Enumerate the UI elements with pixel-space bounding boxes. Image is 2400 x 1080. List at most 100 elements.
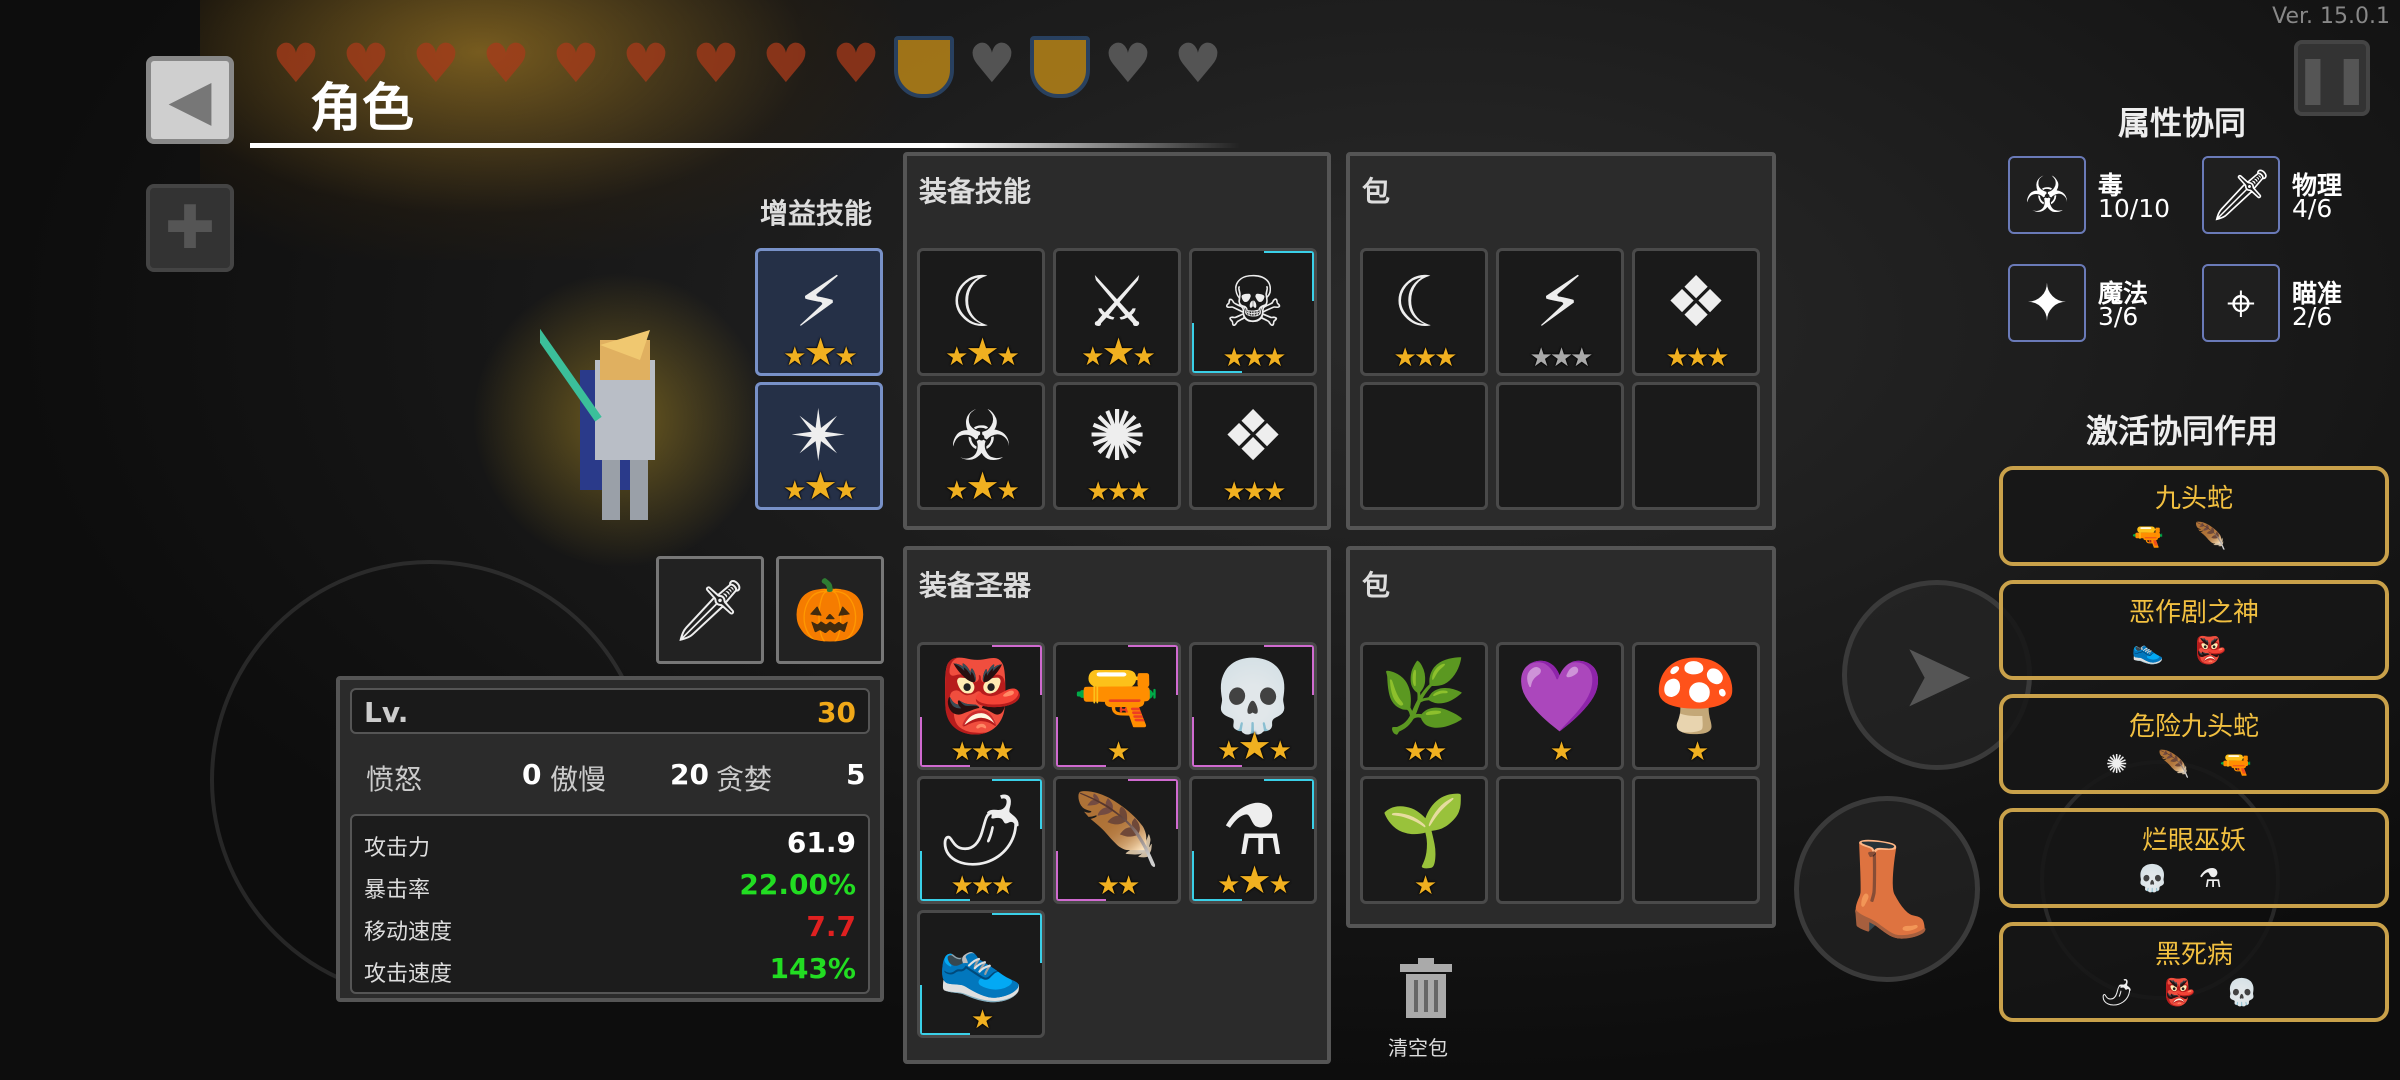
stat-row: 攻击力 61.9	[364, 826, 860, 870]
active-synergy-card[interactable]: 恶作剧之神 👟👺	[1999, 580, 2389, 680]
item-slot[interactable]: 👟 ★	[917, 910, 1045, 1038]
active-synergy-card[interactable]: 九头蛇 🔫🪶	[1999, 466, 2389, 566]
synergy-item-icon: 🪶	[2194, 522, 2257, 552]
title-underline	[250, 143, 1240, 148]
synergy-item-icon: 🔫	[2131, 522, 2194, 552]
synergy-card-name: 黑死病	[2154, 940, 2233, 970]
back-button[interactable]: ◀	[146, 56, 234, 144]
item-slot[interactable]: 💀 ★★★	[1189, 642, 1317, 770]
panel-title: 装备圣器	[919, 569, 1032, 602]
version-label: Ver. 15.0.1	[2272, 4, 2390, 29]
back-icon: ◀	[168, 67, 212, 133]
star-rating: ★	[1685, 737, 1709, 767]
pause-button[interactable]: ❚❚	[2293, 40, 2371, 116]
stat-value: 22.00%	[739, 868, 856, 901]
add-button[interactable]: ✚	[146, 184, 234, 272]
item-slot[interactable]: ☣ ★★★	[917, 382, 1045, 510]
synergy-item-icon: 🔫	[2219, 750, 2283, 780]
item-slot[interactable]: 🍄 ★	[1632, 642, 1760, 770]
synergy-card-name: 危险九头蛇	[2128, 712, 2259, 742]
item-slot[interactable]: 🪶 ★★	[1053, 776, 1181, 904]
synergy-card-name: 烂眼巫妖	[2141, 826, 2246, 856]
armor-heart-icon: ♥	[1173, 32, 1223, 95]
sword-icon[interactable]: 🗡	[2202, 156, 2280, 234]
item-slot[interactable]: ✴ ★★★	[755, 382, 883, 510]
active-synergy-card[interactable]: 烂眼巫妖 💀⚗	[1999, 808, 2389, 908]
star-rating: ★★★	[1217, 724, 1292, 768]
stat-value: 7.7	[806, 910, 856, 943]
shield-icon	[894, 36, 954, 98]
star-rating: ★	[1106, 737, 1130, 767]
item-slot[interactable]: ⚡ ★★★	[1496, 248, 1624, 376]
synergy-title: 属性协同	[2118, 104, 2247, 142]
trash-icon	[1400, 958, 1452, 1018]
item-slot[interactable]: ☾ ★★★	[917, 248, 1045, 376]
item-slot[interactable]: 🌿 ★★	[1360, 642, 1488, 770]
empty-slot[interactable]	[1632, 382, 1760, 510]
pause-icon: ❚❚	[2293, 51, 2371, 105]
stat-value: 61.9	[786, 826, 856, 859]
item-slot[interactable]: ✺ ★★★	[1053, 382, 1181, 510]
attribute-list: 攻击力 61.9 暴击率 22.00% 移动速度 7.7 攻击速度 143%	[350, 814, 870, 994]
star-rating: ★★★	[1086, 477, 1151, 507]
star-rating: ★★	[1096, 871, 1141, 901]
sin-stats: 愤怒 0 傲慢 20 贪婪 5	[354, 758, 865, 796]
item-slot[interactable]: 🌶 ★★★	[917, 776, 1045, 904]
synergy-card-name: 恶作剧之神	[2128, 598, 2259, 628]
level-bar: Lv. 30	[350, 688, 870, 734]
equip-skills-panel: 装备技能 ☾ ★★★ ⚔ ★★★ ☠ ★★★ ☣ ★★★ ✺ ★★★ ❖ ★★★	[903, 152, 1331, 530]
stat-row: 攻击速度 143%	[364, 952, 860, 996]
star-rating: ★★★	[950, 871, 1015, 901]
stats-panel: Lv. 30 愤怒 0 傲慢 20 贪婪 5 攻击力 61.9 暴击率 22.00% 移…	[336, 676, 884, 1002]
star4-icon[interactable]: ✦	[2008, 264, 2086, 342]
stat-row: 移动速度 7.7	[364, 910, 860, 954]
synergy-item-icon: 👺	[2163, 978, 2226, 1008]
heart-icon: ♥	[481, 32, 531, 95]
weapon-slot[interactable]: 🎃	[776, 556, 884, 664]
stat-value: 143%	[769, 952, 856, 985]
item-slot[interactable]: 🔫 ★	[1053, 642, 1181, 770]
synergy-progress: 2/6	[2292, 302, 2333, 331]
armor-heart-icon: ♥	[967, 32, 1017, 95]
trash-button[interactable]	[1396, 956, 1456, 1020]
empty-slot[interactable]	[1496, 382, 1624, 510]
item-slot[interactable]: 👺 ★★★	[917, 642, 1045, 770]
star-rating: ★	[1413, 871, 1437, 901]
synergy-item-icon: ⚗	[2198, 864, 2252, 894]
item-slot[interactable]: 💜 ★	[1496, 642, 1624, 770]
clear-bag-label: 清空包	[1388, 1036, 1448, 1060]
synergy-card-name: 九头蛇	[2154, 484, 2233, 514]
weapon-slot[interactable]: 🗡	[656, 556, 764, 664]
sin-value: 20	[670, 758, 709, 791]
synergy-item-icon: ✺	[2105, 750, 2158, 780]
item-slot[interactable]: ⚡ ★★★	[755, 248, 883, 376]
star-rating: ★★★	[1529, 343, 1594, 373]
sin-label: 愤怒	[366, 763, 423, 796]
crosshair-icon[interactable]: ⌖	[2202, 264, 2280, 342]
sword-icon: 🗡	[671, 575, 749, 646]
speed-boot-button[interactable]: 👢	[1794, 796, 1980, 982]
empty-slot[interactable]	[1496, 776, 1624, 904]
synergy-progress: 4/6	[2292, 194, 2333, 223]
synergy-item-icon: 👟	[2131, 636, 2194, 666]
item-slot[interactable]: 🌱 ★	[1360, 776, 1488, 904]
level-label: Lv.	[364, 696, 409, 729]
star-rating: ★★★	[783, 330, 858, 374]
empty-slot[interactable]	[1632, 776, 1760, 904]
plus-icon: ✚	[164, 193, 216, 263]
sin-value: 0	[522, 758, 542, 791]
synergy-card-icons: 🔫🪶	[2003, 522, 2385, 552]
empty-slot[interactable]	[1360, 382, 1488, 510]
panel-title: 包	[1362, 569, 1391, 602]
item-slot[interactable]: ☠ ★★★	[1189, 248, 1317, 376]
biohazard-icon[interactable]: ☣	[2008, 156, 2086, 234]
panel-title: 装备技能	[919, 175, 1032, 208]
star-rating: ★★★	[950, 737, 1015, 767]
item-slot[interactable]: ❖ ★★★	[1632, 248, 1760, 376]
active-synergy-card[interactable]: 危险九头蛇 ✺🪶🔫	[1999, 694, 2389, 794]
item-slot[interactable]: ❖ ★★★	[1189, 382, 1317, 510]
item-slot[interactable]: ☾ ★★★	[1360, 248, 1488, 376]
item-slot[interactable]: ⚔ ★★★	[1053, 248, 1181, 376]
item-slot[interactable]: ⚗ ★★★	[1189, 776, 1317, 904]
active-synergy-card[interactable]: 黑死病 🌶👺💀	[1999, 922, 2389, 1022]
